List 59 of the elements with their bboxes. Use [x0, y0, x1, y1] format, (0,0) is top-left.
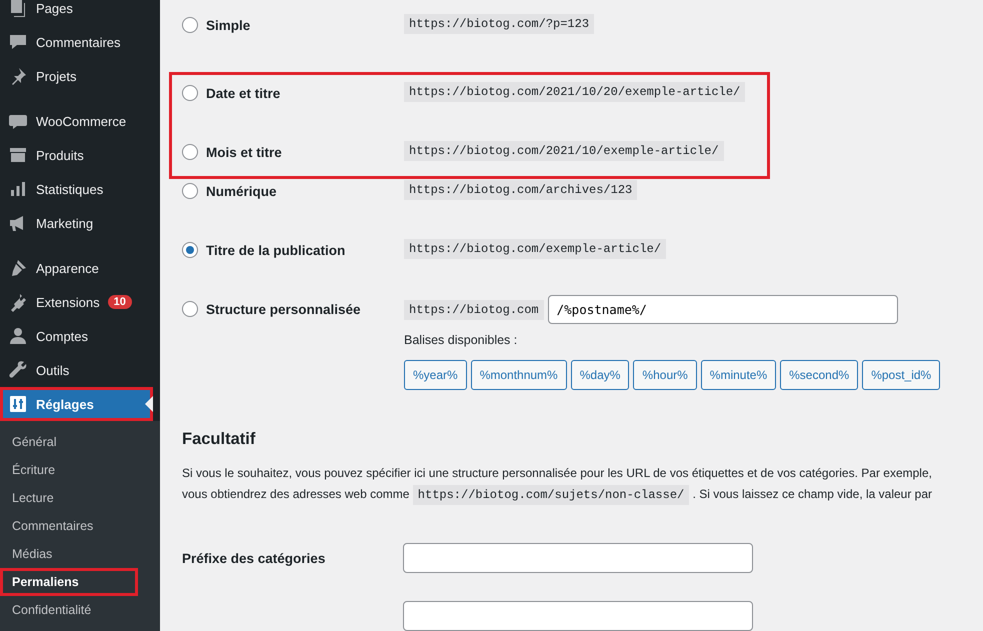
radio-button[interactable] [182, 183, 198, 199]
option-label: Simple [206, 18, 250, 32]
submenu-item[interactable]: Général [0, 428, 138, 456]
sidebar-item[interactable]: Commentaires [0, 25, 160, 59]
sidebar-item[interactable]: Extensions 10 [0, 285, 160, 319]
sidebar-item[interactable]: WooCommerce [0, 104, 160, 138]
url-example: https://biotog.com/archives/123 [404, 180, 638, 200]
user-icon [8, 326, 28, 346]
text-input[interactable] [403, 543, 753, 573]
count-badge: 10 [108, 295, 132, 309]
tag-button[interactable]: %minute% [700, 360, 776, 390]
sidebar-item[interactable]: Pages [0, 0, 160, 25]
radio-button[interactable] [182, 242, 198, 258]
radio-button[interactable] [182, 17, 198, 33]
sliders-icon [8, 394, 28, 414]
archive-box-icon [8, 145, 28, 165]
option-label: Titre de la publication [206, 242, 346, 258]
text-input[interactable] [403, 601, 753, 631]
tag-button[interactable]: %monthnum% [470, 360, 567, 390]
option-label: Date et titre [206, 86, 280, 100]
pages-icon [8, 0, 28, 18]
sidebar-item[interactable]: Comptes [0, 319, 160, 353]
sidebar-item[interactable]: Statistiques [0, 172, 160, 206]
url-example: https://biotog.com/2021/10/exemple-article/ [404, 141, 724, 161]
wrench-icon [8, 360, 28, 380]
tag-button[interactable]: %hour% [633, 360, 697, 390]
option-label: Numérique [206, 184, 277, 198]
url-prefix: https://biotog.com [404, 300, 544, 320]
tag-button[interactable]: %day% [570, 360, 630, 390]
sidebar-item[interactable]: Apparence [0, 251, 160, 285]
submenu-item[interactable]: Écriture [0, 456, 138, 484]
sidebar-item[interactable]: Outils [0, 353, 160, 387]
tag-button[interactable]: %second% [780, 360, 858, 390]
speech-bubble-icon [8, 32, 28, 52]
submenu-item[interactable]: Commentaires [0, 512, 138, 540]
description-text: Si vous le souhaitez, vous pouvez spécifier ici une structure personnalisée pour les URL de vos étiquettes et de vos catégories. Par exemple, vous obtiendrez des adresses web comme https://biotog.com/sujets/non-classe/ . Si vous laissez ce champ vide, la valeur par [182, 463, 983, 506]
tags-label: Balises disponibles : [404, 333, 518, 347]
sidebar-item[interactable]: Réglages [0, 387, 153, 421]
url-example: https://biotog.com/exemple-article/ [404, 239, 666, 259]
submenu-item[interactable]: Lecture [0, 484, 138, 512]
sidebar-item[interactable]: Produits [0, 138, 160, 172]
section-title: Facultatif [182, 430, 256, 449]
submenu-item[interactable]: Médias [0, 540, 138, 568]
submenu-item[interactable]: Confidentialité [0, 596, 138, 624]
bar-chart-icon [8, 179, 28, 199]
radio-button[interactable] [182, 85, 198, 101]
submenu-item[interactable]: Permaliens [0, 568, 138, 596]
structure-input[interactable]: /%postname%/ [548, 295, 898, 324]
field-label: Préfixe des catégories [182, 550, 326, 566]
sidebar-item[interactable]: Marketing [0, 206, 160, 240]
url-example: https://biotog.com/?p=123 [404, 14, 594, 34]
radio-button[interactable] [182, 144, 198, 160]
url-example: https://biotog.com/2021/10/20/exemple-article/ [404, 82, 746, 102]
sidebar-item[interactable]: Projets [0, 59, 160, 93]
tag-button[interactable]: %year% [404, 360, 467, 390]
option-label: Mois et titre [206, 144, 282, 160]
tag-button[interactable]: %post_id% [862, 360, 940, 390]
radio-button[interactable] [182, 301, 198, 317]
option-label: Structure personnalisée [206, 302, 361, 316]
